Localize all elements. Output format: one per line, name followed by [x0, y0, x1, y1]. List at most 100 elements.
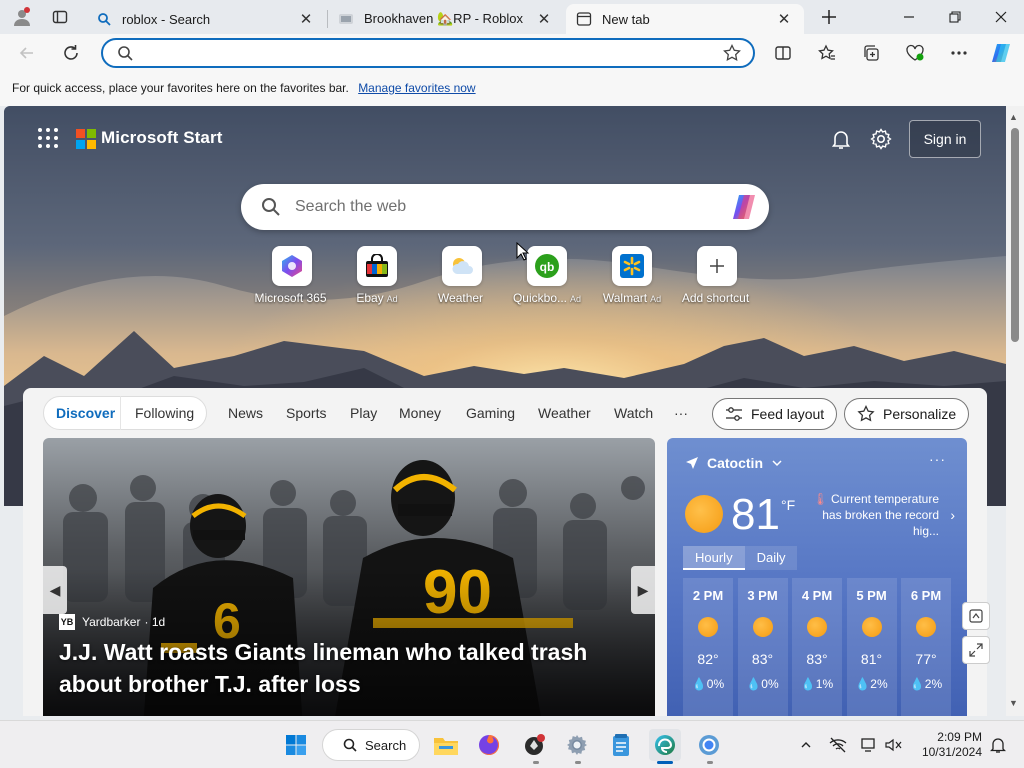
tab-new-tab[interactable]: New tab ✕	[566, 4, 804, 34]
nav-watch[interactable]: Watch	[614, 405, 653, 421]
nav-more[interactable]: ···	[674, 405, 688, 421]
hour-temp: 83°	[751, 651, 774, 667]
hour-precip: 💧0%	[746, 677, 779, 691]
address-input[interactable]	[141, 44, 701, 64]
chrome-icon[interactable]	[693, 729, 725, 761]
hour-column[interactable]: 4 PM 83° 💧1%	[792, 578, 842, 716]
weather-card[interactable]: Catoctin ··· 81 °F 🌡 Current temperature …	[667, 438, 967, 716]
previous-article-button[interactable]: ◀	[43, 566, 67, 614]
tab-roblox-search[interactable]: roblox - Search ✕	[86, 4, 326, 34]
article-headline[interactable]: J.J. Watt roasts Giants lineman who talk…	[59, 636, 619, 700]
tab-actions-icon[interactable]	[40, 0, 80, 34]
restore-button[interactable]	[932, 0, 978, 34]
collections-icon[interactable]	[856, 38, 886, 68]
favorite-star-icon[interactable]	[723, 43, 741, 67]
shortcut-label: Weather	[437, 291, 484, 305]
sunny-icon	[861, 617, 882, 637]
shortcut-microsoft-365[interactable]: Microsoft 365	[250, 246, 334, 305]
windows-start-icon[interactable]	[280, 729, 312, 761]
tab-discover[interactable]: Discover	[44, 396, 120, 430]
feed-layout-button[interactable]: Feed layout	[712, 398, 838, 430]
new-tab-button[interactable]	[806, 0, 852, 34]
tab-brookhaven-roblox[interactable]: Brookhaven 🏡RP - Roblox ✕	[328, 4, 564, 34]
minimize-button[interactable]	[886, 0, 932, 34]
tab-following[interactable]: Following	[120, 396, 194, 430]
page-scrollbar[interactable]: ▲ ▼	[1006, 106, 1024, 716]
hour-column[interactable]: 3 PM 83° 💧0%	[737, 578, 788, 716]
show-hidden-icons-chevron-up-icon[interactable]	[796, 735, 816, 755]
nav-gaming[interactable]: Gaming	[466, 405, 515, 421]
sliders-icon	[726, 407, 742, 421]
scroll-up-icon[interactable]: ▲	[1009, 112, 1018, 122]
tab-hourly[interactable]: Hourly	[683, 546, 745, 570]
more-menu-icon[interactable]	[944, 38, 974, 68]
next-article-button[interactable]: ▶	[631, 566, 655, 614]
personalize-button[interactable]: Personalize	[844, 398, 970, 430]
nav-weather[interactable]: Weather	[538, 405, 591, 421]
copilot-icon[interactable]	[986, 38, 1016, 68]
notifications-bell-icon[interactable]	[988, 735, 1008, 755]
source-name[interactable]: Yardbarker	[82, 615, 140, 629]
notepad-icon[interactable]	[605, 729, 637, 761]
close-tab-icon[interactable]: ✕	[774, 9, 794, 29]
close-tab-icon[interactable]: ✕	[296, 9, 316, 29]
article-age: · 1d	[144, 615, 166, 629]
manage-favorites-link[interactable]: Manage favorites now	[358, 81, 475, 95]
nav-news[interactable]: News	[228, 405, 263, 421]
copilot-icon[interactable]	[729, 193, 759, 226]
taskbar-search-button[interactable]: Search	[322, 729, 420, 761]
app-launcher-icon[interactable]	[38, 128, 58, 148]
browser-essentials-icon[interactable]	[900, 38, 930, 68]
settings-gear-icon[interactable]	[869, 127, 893, 151]
brand-title[interactable]: Microsoft Start	[101, 128, 222, 148]
clock-date: 10/31/2024	[921, 745, 982, 759]
hour-column[interactable]: 6 PM 77° 💧2%	[901, 578, 951, 716]
tab-daily[interactable]: Daily	[744, 546, 798, 570]
shortcut-add[interactable]: Add shortcut	[675, 246, 759, 305]
split-screen-icon[interactable]	[768, 38, 798, 68]
profile-icon[interactable]	[4, 0, 40, 34]
tab-title: Brookhaven 🏡RP - Roblox	[364, 11, 524, 26]
network-offline-icon[interactable]	[828, 735, 848, 755]
temperature-unit[interactable]: °F	[781, 497, 795, 513]
settings-gear-icon[interactable]	[561, 729, 593, 761]
close-tab-icon[interactable]: ✕	[534, 9, 554, 29]
hour-column[interactable]: 5 PM 81° 💧2%	[846, 578, 897, 716]
weather-alert-note[interactable]: 🌡 Current temperature has broken the reco…	[805, 491, 955, 539]
app-icon-dark[interactable]	[518, 729, 550, 761]
scrollbar-thumb[interactable]	[1011, 128, 1019, 342]
nav-play[interactable]: Play	[350, 405, 377, 421]
nav-sports[interactable]: Sports	[286, 405, 326, 421]
hour-column[interactable]: 2 PM 82° 💧0%	[683, 578, 733, 716]
refresh-button[interactable]	[56, 38, 86, 68]
scroll-down-icon[interactable]: ▼	[1009, 698, 1018, 708]
feed-layout-label: Feed layout	[751, 406, 825, 422]
shortcut-ebay[interactable]: Ebay Ad	[335, 246, 419, 305]
web-search-box[interactable]	[241, 184, 769, 230]
tab-title: New tab	[602, 11, 650, 27]
edge-taskbar-icon[interactable]	[649, 729, 681, 761]
back-button[interactable]	[12, 38, 42, 68]
display-icon[interactable]	[860, 735, 880, 755]
file-explorer-icon[interactable]	[430, 729, 462, 761]
firefox-icon[interactable]	[473, 729, 505, 761]
web-search-input[interactable]	[295, 196, 715, 218]
address-bar[interactable]	[101, 38, 755, 68]
hero-article-card[interactable]: 6 90 ◀ ▶ YB Yardbarker · 1d J.J. Watt ro…	[43, 438, 655, 716]
shortcut-walmart[interactable]: Walmart Ad	[590, 246, 674, 305]
favorites-icon[interactable]	[812, 38, 842, 68]
taskbar-clock[interactable]: 2:09 PM 10/31/2024	[914, 730, 982, 760]
weather-more-button[interactable]: ···	[929, 451, 946, 467]
shortcut-label: Microsoft 365	[254, 291, 327, 305]
weather-location[interactable]: Catoctin	[685, 455, 783, 471]
close-window-button[interactable]	[978, 0, 1024, 34]
expand-icon[interactable]	[962, 636, 990, 664]
favorites-bar: For quick access, place your favorites h…	[0, 72, 1024, 106]
notifications-bell-icon[interactable]	[829, 127, 853, 151]
sign-in-button[interactable]: Sign in	[909, 120, 981, 158]
speaker-muted-icon[interactable]	[884, 735, 904, 755]
shortcut-weather[interactable]: Weather	[420, 246, 504, 305]
plus-icon	[697, 246, 737, 286]
feedback-icon[interactable]	[962, 602, 990, 630]
nav-money[interactable]: Money	[399, 405, 441, 421]
